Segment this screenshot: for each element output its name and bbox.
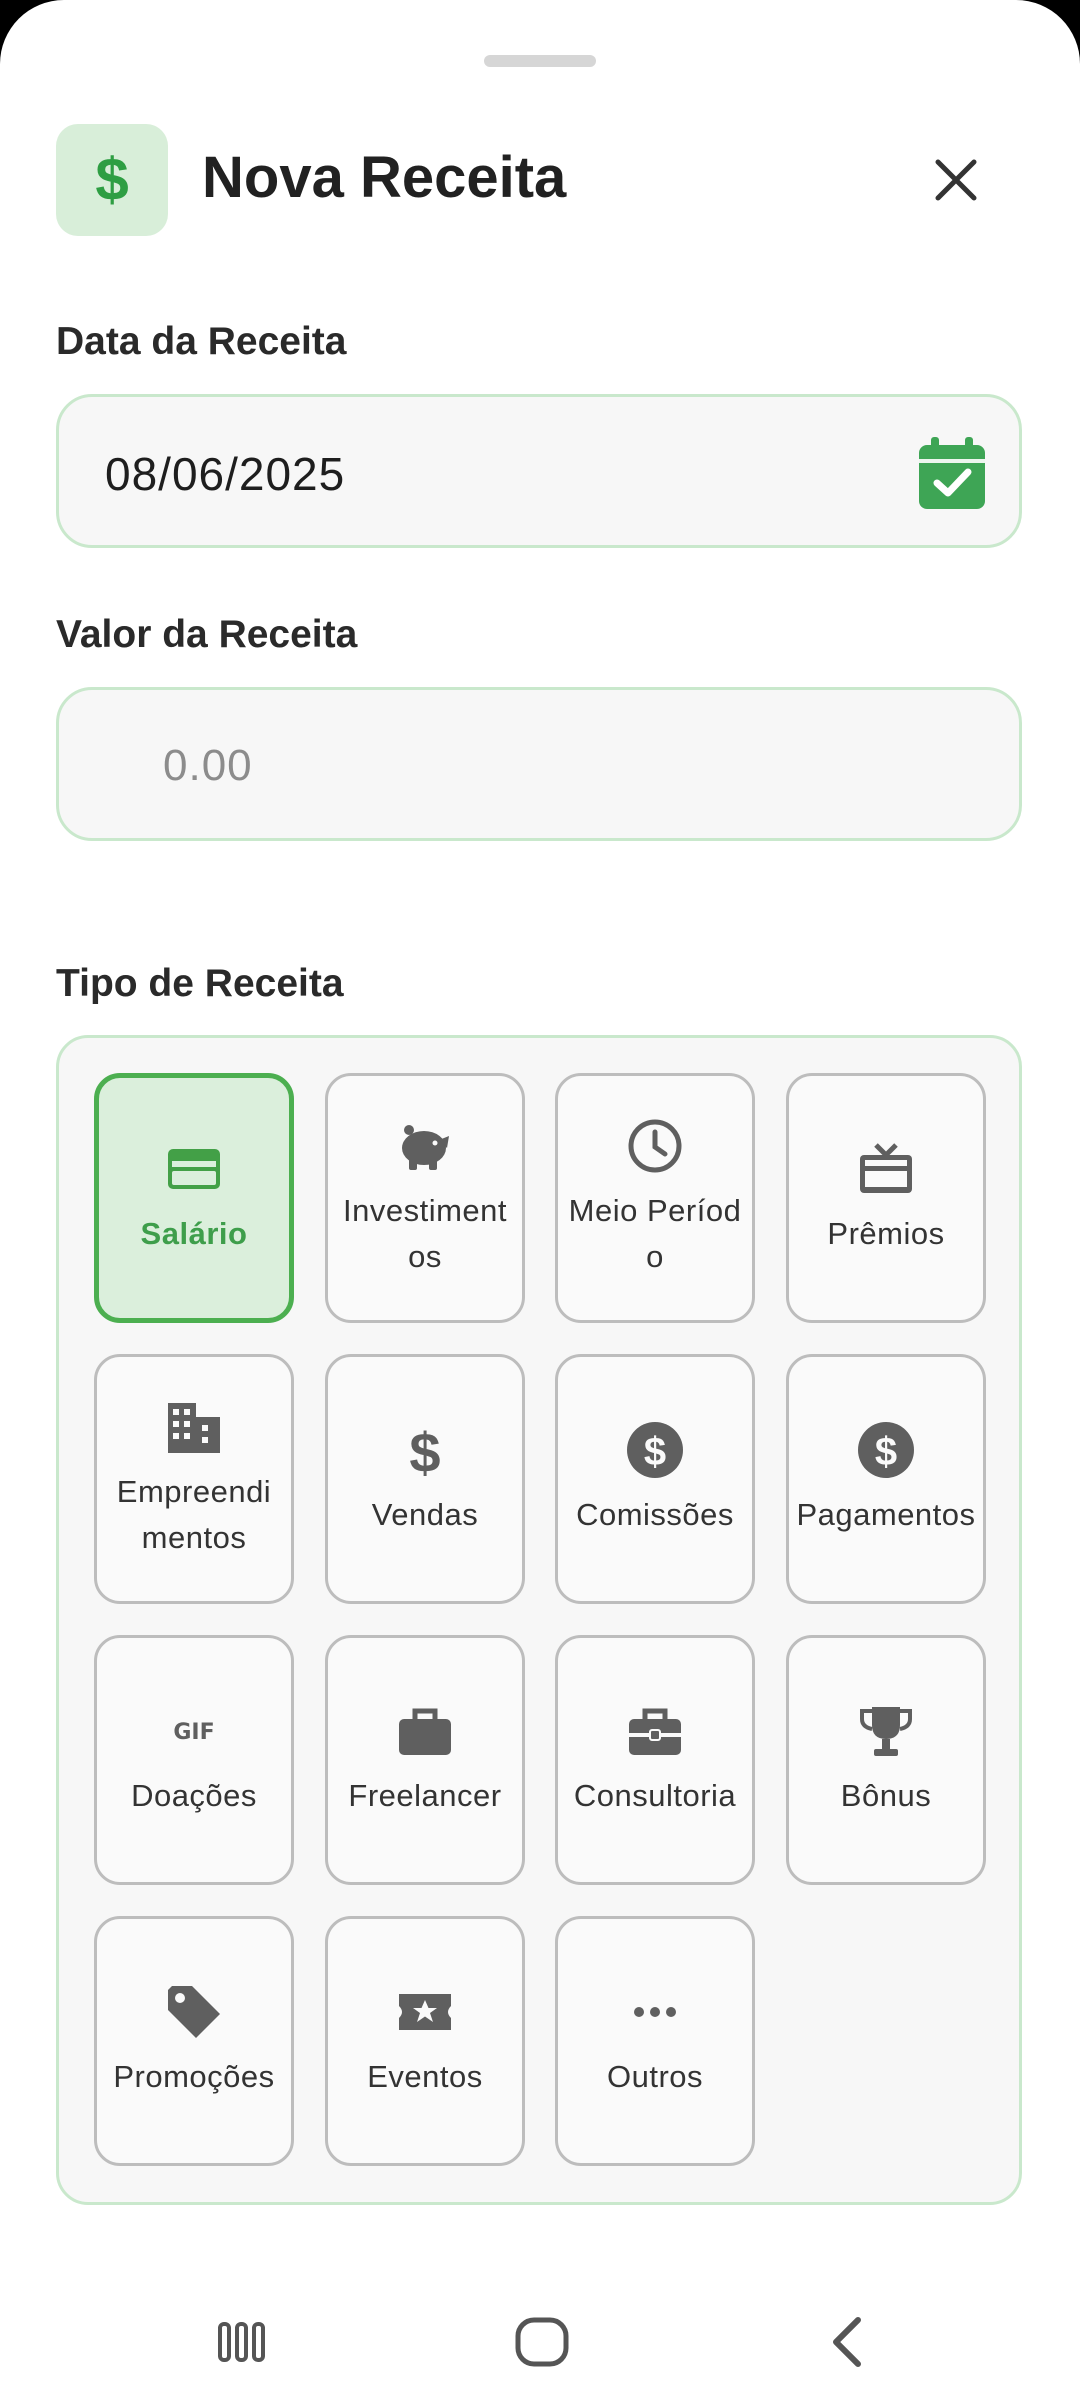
bottom-sheet: $ Nova Receita Data da Receita 08/06/202… [0,0,1080,2408]
piggy-bank-icon [402,1125,449,1170]
gif-icon: GIF [173,1720,214,1745]
back-icon[interactable] [816,2310,880,2374]
type-label-investimentos: Investimentos [342,1193,507,1274]
type-tile-doacoes[interactable]: GIF Doações [94,1635,294,1885]
date-field[interactable]: 08/06/2025 [56,394,1022,548]
type-tile-salario[interactable]: Salário [94,1073,294,1323]
type-tile-vendas[interactable]: $ Vendas [325,1354,525,1604]
type-label-consultoria: Consultoria [573,1778,737,1813]
income-type-grid: Salário Investimentos Meio Período Prêmi… [56,1035,1022,2205]
type-tile-bonus[interactable]: Bônus [786,1635,986,1885]
type-tile-consultoria[interactable]: Consultoria [555,1635,755,1885]
ticket-star-icon [399,1994,451,2030]
type-label-eventos: Eventos [367,2059,483,2094]
type-label-meio-periodo: Meio Período [568,1193,742,1274]
svg-text:$: $ [644,1430,666,1474]
type-tile-freelancer[interactable]: Freelancer [325,1635,525,1885]
gift-card-icon [860,1143,912,1193]
credit-card-icon [168,1149,220,1189]
type-tile-outros[interactable]: Outros [555,1916,755,2166]
svg-text:$: $ [409,1421,440,1480]
dollar-icon: $ [56,124,168,236]
amount-input[interactable] [163,730,763,802]
building-icon [168,1403,220,1453]
svg-text:GIF: GIF [173,1720,214,1745]
type-label-premios: Prêmios [827,1216,945,1251]
type-label-salario: Salário [140,1216,248,1251]
close-icon [935,159,977,201]
dollar-icon: $ [409,1421,440,1480]
type-tile-pagamentos[interactable]: $ Pagamentos [786,1354,986,1604]
close-button[interactable] [922,146,990,214]
clock-icon [628,1119,682,1173]
type-label-promocoes: Promoções [113,2059,275,2094]
date-value: 08/06/2025 [105,448,346,500]
type-label-pagamentos: Pagamentos [796,1497,976,1532]
type-tile-comissoes[interactable]: $ Comissões [555,1354,755,1604]
type-tile-meio-periodo[interactable]: Meio Período [555,1073,755,1323]
svg-text:$: $ [875,1430,897,1474]
calendar-check-icon[interactable] [919,437,985,509]
tag-icon [168,1986,220,2038]
type-label-vendas: Vendas [371,1497,479,1532]
recents-icon[interactable] [210,2310,274,2374]
type-label-outros: Outros [606,2059,704,2094]
dollar-circle-icon: $ [627,1422,683,1478]
type-label-doacoes: Doações [131,1778,257,1813]
page-title: Nova Receita [202,145,567,210]
briefcase-icon [399,1708,451,1755]
amount-label: Valor da Receita [56,613,358,656]
type-label-empreendimentos: Empreendimentos [116,1474,272,1555]
home-icon[interactable] [510,2310,574,2374]
toolbox-icon [629,1708,681,1755]
type-label-comissoes: Comissões [576,1497,734,1532]
trophy-icon [860,1707,912,1756]
type-tile-promocoes[interactable]: Promoções [94,1916,294,2166]
amount-field[interactable] [56,687,1022,841]
drag-handle[interactable] [484,55,596,67]
system-navigation-bar [0,2270,1080,2408]
more-horizontal-icon [634,2007,676,2017]
type-label-bonus: Bônus [840,1778,932,1813]
type-tile-investimentos[interactable]: Investimentos [325,1073,525,1323]
type-tile-empreendimentos[interactable]: Empreendimentos [94,1354,294,1604]
type-label: Tipo de Receita [56,962,344,1005]
date-label: Data da Receita [56,320,347,363]
type-tile-eventos[interactable]: Eventos [325,1916,525,2166]
dollar-circle-icon: $ [858,1422,914,1478]
type-label-freelancer: Freelancer [348,1778,502,1813]
type-tile-premios[interactable]: Prêmios [786,1073,986,1323]
